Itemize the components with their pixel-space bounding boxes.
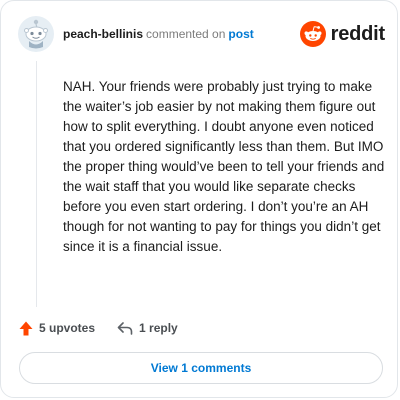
user-avatar[interactable]	[17, 15, 55, 53]
reddit-logo[interactable]: reddit	[299, 19, 386, 49]
comment-actions: 5 upvotes 1 reply	[19, 318, 178, 338]
thread-line	[36, 61, 37, 307]
reply-count: 1 reply	[139, 321, 178, 335]
comment-body: NAH. Your friends were probably just try…	[63, 79, 385, 254]
upvote-button[interactable]: 5 upvotes	[19, 321, 95, 336]
comment-meta: peach-bellinis commented on post	[63, 27, 254, 41]
upvote-count: 5 upvotes	[39, 321, 96, 335]
reddit-wordmark: reddit	[330, 22, 386, 45]
username-link[interactable]: peach-bellinis	[63, 27, 143, 41]
commented-on-text: commented on	[146, 27, 226, 41]
reply-arrow-icon	[117, 321, 133, 335]
post-link[interactable]: post	[228, 27, 253, 41]
comment-header: peach-bellinis commented on post reddit	[17, 15, 387, 55]
view-comments-button[interactable]: View 1 comments	[19, 352, 383, 384]
comment-card: peach-bellinis commented on post reddit NA…	[0, 0, 398, 398]
reply-button[interactable]: 1 reply	[117, 321, 178, 335]
reddit-snoo-icon	[299, 21, 326, 47]
upvote-arrow-icon	[19, 321, 33, 335]
snoo-avatar-icon	[18, 16, 54, 52]
